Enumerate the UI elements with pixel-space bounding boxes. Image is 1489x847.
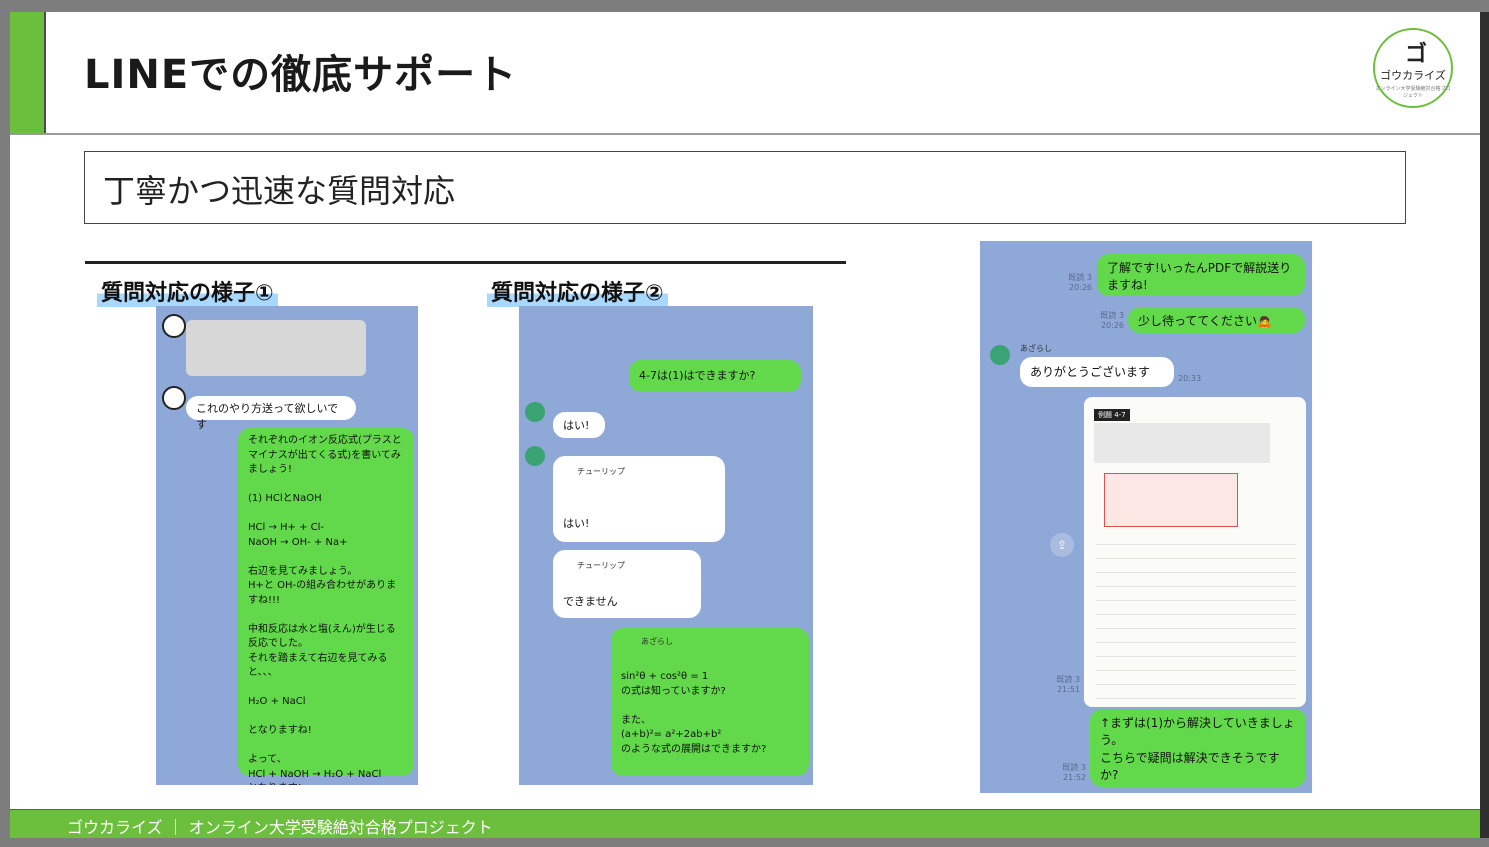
chat3-meta-4: 既読 3 21:51 bbox=[1056, 675, 1080, 694]
chat1-user-avatar-2 bbox=[162, 386, 186, 410]
chat3-message-1: 了解です!いったんPDFで解説送りますね! bbox=[1097, 254, 1305, 296]
chat2-avatar-1 bbox=[525, 402, 545, 422]
chat2-label: 質問対応の様子② bbox=[487, 275, 668, 307]
chat3-meta-3: 20:33 bbox=[1178, 374, 1202, 383]
chat2-quote-name-1: チューリップ bbox=[577, 467, 625, 476]
slide-subtitle: 丁寧かつ迅速な質問対応 bbox=[103, 172, 456, 210]
chat2-quote-name-2: チューリップ bbox=[577, 561, 625, 570]
window-right-edge bbox=[1480, 12, 1489, 838]
chat2-quote-reply-2: チューリップ できません bbox=[553, 550, 701, 618]
chat2-quote-reply-1: チューリップ はい! bbox=[553, 456, 725, 542]
chat2-panel: 4-7は(1)はできますか? はい! チューリップ はい! チューリップ できま… bbox=[519, 306, 813, 785]
chat2-quote-text-2: できません bbox=[563, 595, 618, 608]
subtitle-box: 丁寧かつ迅速な質問対応 bbox=[84, 151, 1406, 224]
share-icon[interactable]: ⇪ bbox=[1050, 533, 1074, 557]
chat3-meta-2: 既読 3 20:26 bbox=[1100, 311, 1124, 330]
slide: LINEでの徹底サポート ゴ ゴウカライズ オンライン大学受験絶対合格プロジェク… bbox=[10, 12, 1480, 838]
slide-header: LINEでの徹底サポート ゴ ゴウカライズ オンライン大学受験絶対合格プロジェク… bbox=[10, 12, 1480, 135]
chat1-label: 質問対応の様子① bbox=[97, 275, 278, 307]
screenshot-1-top-rule bbox=[85, 261, 846, 264]
chat2-formula-text: sin²θ + cos²θ = 1 の式は知っていますか? また、 (a+b)²… bbox=[621, 671, 767, 755]
chat3-solution-image: 例題 4-7 bbox=[1084, 397, 1306, 707]
logo-circle: ゴ ゴウカライズ オンライン大学受験絶対合格プロジェクト bbox=[1373, 28, 1453, 108]
chat2-quote-text-1: はい! bbox=[563, 517, 590, 530]
footer-text: ゴウカライズ ｜ オンライン大学受験絶対合格プロジェクト bbox=[67, 818, 493, 837]
chat3-message-2: 少し待っててください🙇 bbox=[1128, 307, 1305, 333]
chat1-message-answer: それぞれのイオン反応式(プラスとマイナスが出てくる式)を書いてみましょう! (1… bbox=[238, 428, 414, 785]
solution-tag: 例題 4-7 bbox=[1094, 409, 1130, 421]
chat-screenshot-1: 質問対応の様子① 質問対応の様子② これのやり方送って欲しいです それぞれのイオ… bbox=[85, 261, 846, 785]
chat2-message-1: 4-7は(1)はできますか? bbox=[629, 360, 801, 392]
chat3-message-5: ↑まずは(1)から解決していきましょう。 こちらで疑問は解決できそうですか? bbox=[1090, 709, 1306, 787]
logo-mark: ゴ bbox=[1405, 42, 1428, 67]
chat3-meta-1: 既読 3 20:26 bbox=[1068, 273, 1092, 292]
solution-red-box bbox=[1104, 473, 1238, 527]
chat2-message-2: はい! bbox=[553, 412, 605, 438]
solution-problem-box bbox=[1094, 423, 1270, 463]
chat3-message-3: ありがとうございます bbox=[1020, 357, 1174, 387]
solution-notes bbox=[1096, 531, 1296, 699]
chat2-avatar-2 bbox=[525, 446, 545, 466]
header-accent-bar bbox=[10, 12, 44, 133]
chat1-user-avatar bbox=[162, 314, 186, 338]
slide-title: LINEでの徹底サポート bbox=[84, 52, 518, 98]
header-accent-line bbox=[44, 12, 46, 133]
goukarise-logo: ゴ ゴウカライズ オンライン大学受験絶対合格プロジェクト bbox=[1368, 23, 1458, 113]
chat1-photo-message bbox=[186, 320, 366, 376]
chat2-quote-name-3: あざらし bbox=[641, 637, 673, 646]
chat1-message-question: これのやり方送って欲しいです bbox=[186, 396, 356, 431]
logo-text: ゴウカライズ bbox=[1380, 69, 1446, 82]
chat1-panel: これのやり方送って欲しいです それぞれのイオン反応式(プラスとマイナスが出てくる… bbox=[156, 306, 418, 785]
slide-footer: ゴウカライズ ｜ オンライン大学受験絶対合格プロジェクト bbox=[10, 809, 1480, 838]
chat3-username: あざらし bbox=[1020, 344, 1052, 353]
chat-screenshot-2: 了解です!いったんPDFで解説送りますね! 既読 3 20:26 少し待っててく… bbox=[980, 241, 1312, 793]
chat3-meta-5: 既読 3 21:52 bbox=[1062, 763, 1086, 782]
chat2-message-formula: あざらし sin²θ + cos²θ = 1 の式は知っていますか? また、 (… bbox=[611, 628, 809, 776]
logo-subtext: オンライン大学受験絶対合格プロジェクト bbox=[1375, 86, 1451, 99]
chat3-avatar bbox=[990, 345, 1010, 365]
